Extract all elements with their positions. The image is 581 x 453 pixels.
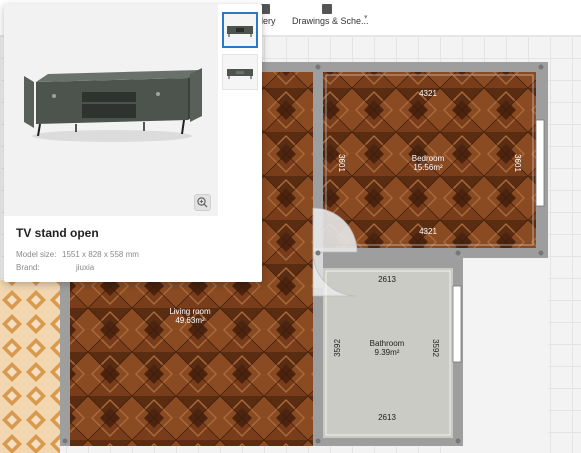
brand-row: Brand: jiuxia [16,263,94,272]
wall-node[interactable] [538,64,544,70]
bedroom-left-dimension: 3601 [337,154,346,172]
zoom-in-button[interactable] [194,194,211,211]
bedroom-name: Bedroom [412,154,445,163]
tiled-floor[interactable] [0,280,60,453]
outside-area [453,258,548,453]
bathroom-area: 9.39m² [375,348,400,357]
window[interactable] [452,285,462,363]
wall-node[interactable] [315,250,321,256]
bathroom-top-dimension: 2613 [378,275,396,284]
brand-label: Brand: [16,263,40,272]
brand-value: jiuxia [76,263,95,272]
bathroom-left-dimension: 3592 [333,339,342,357]
wall-node[interactable] [455,438,461,444]
product-title: TV stand open [16,226,99,240]
tv-stand-closed-thumbnail-icon [227,69,253,79]
living-room-name: Living room [169,307,211,316]
zoom-in-icon [197,197,208,208]
dropdown-caret-icon[interactable]: ▾ [364,13,368,21]
bedroom-top-dimension: 4321 [419,89,437,98]
thumbnail-closed[interactable] [222,54,258,90]
wall-node[interactable] [62,438,68,444]
window[interactable] [535,119,545,207]
tv-stand-render [24,68,202,142]
drawings-label: Drawings & Sche... [292,16,369,26]
wall-node[interactable] [538,250,544,256]
document-icon [322,4,332,14]
model-size-row: Model size: 1551 x 828 x 558 mm [16,250,139,259]
living-room-area: 49.63m² [175,316,205,325]
tv-stand-open-thumbnail-icon [227,26,253,37]
bathroom-bottom-dimension: 2613 [378,413,396,422]
bedroom-right-dimension: 3601 [513,154,522,172]
bathroom-name: Bathroom [370,339,405,348]
product-card: TV stand open Model size: 1551 x 828 x 5… [4,4,262,282]
bedroom-bottom-dimension: 4321 [419,227,437,236]
bathroom-right-dimension: 3592 [431,339,440,357]
bedroom-area: 15.56m² [413,163,443,172]
bathroom-bottom-wall [313,438,463,446]
thumbnail-open[interactable] [222,12,258,48]
model-size-value: 1551 x 828 x 558 mm [62,250,139,259]
product-preview-image [4,4,218,216]
model-size-label: Model size: [16,250,57,259]
wall-node[interactable] [455,250,461,256]
wall-node[interactable] [315,438,321,444]
drawings-schedule-button[interactable]: Drawings & Sche... [292,4,369,26]
wall-node[interactable] [315,64,321,70]
interior-wall [313,288,323,446]
